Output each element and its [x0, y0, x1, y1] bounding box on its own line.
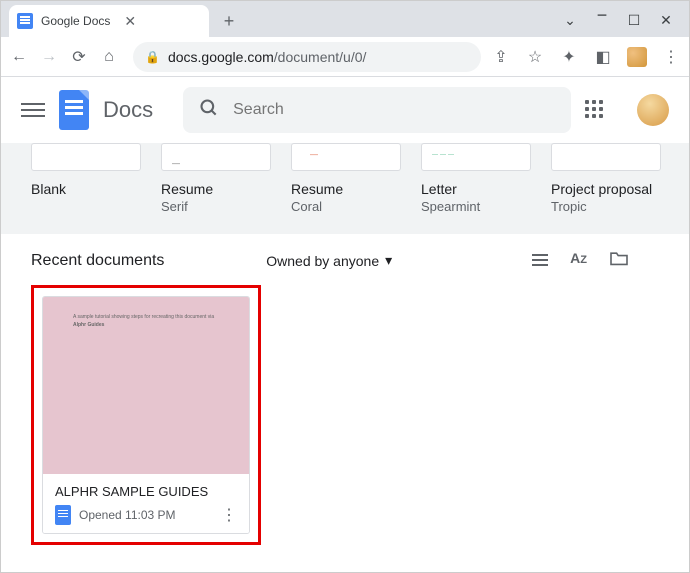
kebab-menu-icon[interactable]: ⋮	[661, 47, 681, 67]
template-resume-serif[interactable]: Resume Serif	[161, 143, 271, 214]
template-name: Blank	[31, 181, 141, 197]
document-more-icon[interactable]: ⋮	[221, 505, 237, 525]
main-menu-icon[interactable]	[21, 103, 45, 117]
document-meta: Opened 11:03 PM	[79, 508, 213, 522]
ownership-filter[interactable]: Owned by anyone ▾	[266, 252, 392, 269]
template-subtitle: Coral	[291, 199, 401, 214]
bookmark-icon[interactable]: ☆	[525, 47, 545, 67]
close-tab-icon[interactable]: ✕	[124, 13, 136, 30]
search-icon	[199, 98, 219, 123]
back-icon[interactable]: ←	[9, 47, 29, 67]
template-subtitle: Serif	[161, 199, 271, 214]
reload-icon[interactable]: ⟳	[69, 47, 89, 67]
forward-icon[interactable]: →	[39, 47, 59, 67]
lock-icon: 🔒	[145, 50, 160, 64]
chevron-down-icon[interactable]: ⌄	[563, 12, 577, 29]
template-project-proposal[interactable]: Project proposal Tropic	[551, 143, 661, 214]
template-name: Resume	[161, 181, 271, 197]
list-view-icon[interactable]	[532, 250, 548, 271]
browser-titlebar: Google Docs ✕ + ⌄ − ☐ ✕	[1, 1, 689, 37]
window-controls: ⌄ − ☐ ✕	[563, 12, 681, 37]
template-resume-coral[interactable]: Resume Coral	[291, 143, 401, 214]
thumbnail-snippet: A sample tutorial showing steps for recr…	[73, 313, 214, 329]
docs-header: Docs	[1, 77, 689, 143]
extensions-icon[interactable]: ✦	[559, 47, 579, 67]
view-options: AZ	[532, 250, 629, 271]
recent-section: Recent documents Owned by anyone ▾ AZ A …	[1, 234, 689, 561]
minimize-icon[interactable]: −	[595, 12, 609, 29]
template-letter-spearmint[interactable]: Letter Spearmint	[421, 143, 531, 214]
sort-az-icon[interactable]: AZ	[570, 250, 587, 271]
template-name: Letter	[421, 181, 531, 197]
tab-title: Google Docs	[41, 14, 110, 28]
document-thumbnail: A sample tutorial showing steps for recr…	[43, 297, 249, 474]
recent-header: Recent documents Owned by anyone ▾ AZ	[31, 250, 659, 271]
template-name: Project proposal	[551, 181, 661, 197]
browser-toolbar: ← → ⟳ ⌂ 🔒 docs.google.com/document/u/0/ …	[1, 37, 689, 77]
template-thumb	[551, 143, 661, 171]
docs-favicon	[17, 13, 33, 29]
chrome-profile-avatar[interactable]	[627, 47, 647, 67]
template-name: Resume	[291, 181, 401, 197]
url-text: docs.google.com/document/u/0/	[168, 49, 366, 65]
sidepanel-icon[interactable]: ◧	[593, 47, 613, 67]
document-footer: ALPHR SAMPLE GUIDES Opened 11:03 PM ⋮	[43, 474, 249, 533]
browser-tab[interactable]: Google Docs ✕	[9, 5, 209, 37]
highlighted-document: A sample tutorial showing steps for recr…	[31, 285, 261, 545]
search-box[interactable]	[183, 87, 571, 133]
template-blank[interactable]: Blank	[31, 143, 141, 214]
template-thumb	[421, 143, 531, 171]
share-icon[interactable]: ⇪	[491, 47, 511, 67]
docs-logo-icon[interactable]	[59, 90, 89, 130]
search-input[interactable]	[233, 101, 555, 119]
template-thumb	[161, 143, 271, 171]
address-bar[interactable]: 🔒 docs.google.com/document/u/0/	[133, 42, 481, 72]
template-subtitle: Tropic	[551, 199, 661, 214]
template-gallery: Blank Resume Serif Resume Coral Letter S…	[1, 143, 689, 234]
account-avatar[interactable]	[637, 94, 669, 126]
close-window-icon[interactable]: ✕	[659, 12, 673, 29]
folder-picker-icon[interactable]	[609, 250, 629, 271]
google-apps-icon[interactable]	[585, 100, 605, 120]
template-subtitle: Spearmint	[421, 199, 531, 214]
template-thumb	[291, 143, 401, 171]
template-thumb	[31, 143, 141, 171]
recent-heading: Recent documents	[31, 252, 164, 270]
maximize-icon[interactable]: ☐	[627, 12, 641, 29]
home-icon[interactable]: ⌂	[99, 47, 119, 67]
document-card[interactable]: A sample tutorial showing steps for recr…	[42, 296, 250, 534]
document-title: ALPHR SAMPLE GUIDES	[55, 484, 237, 499]
new-tab-button[interactable]: +	[215, 7, 243, 35]
app-name: Docs	[103, 97, 153, 123]
docs-file-icon	[55, 505, 71, 525]
ownership-filter-label: Owned by anyone	[266, 253, 379, 269]
caret-down-icon: ▾	[385, 252, 392, 269]
